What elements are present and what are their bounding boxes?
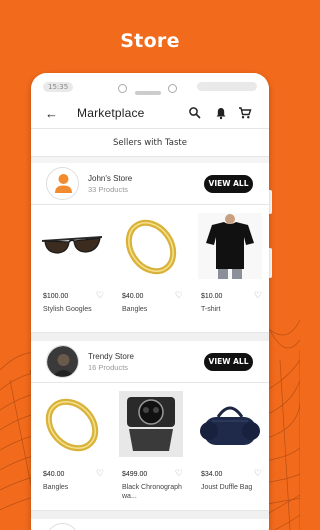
store-avatar-image [47, 346, 78, 377]
product-price: $34.00 [201, 471, 223, 478]
view-all-button[interactable]: VIEW ALL [204, 353, 253, 371]
bangle-image [125, 219, 177, 275]
card-separator [31, 511, 269, 519]
product-row: $100.00 ♡ Stylish Googles $40.00 ♡ Bangl… [31, 205, 269, 333]
page-title: Store [120, 30, 180, 52]
product-card[interactable]: $100.00 ♡ Stylish Googles [31, 205, 110, 332]
seller-avatar [46, 523, 79, 530]
seller-avatar [46, 167, 79, 200]
product-name: Black Chronograph wa... [122, 484, 182, 500]
seller-product-count: 16 Products [88, 363, 129, 372]
heart-icon[interactable]: ♡ [254, 468, 262, 479]
user-placeholder-icon [47, 168, 78, 199]
product-row: $40.00 ♡ Bangles $499.00 ♡ Black Chronog… [31, 383, 269, 511]
product-price: $40.00 [122, 293, 144, 300]
bell-icon[interactable] [214, 106, 228, 120]
card-separator [31, 333, 269, 341]
heart-icon[interactable]: ♡ [175, 468, 183, 479]
tshirt-image [198, 213, 262, 279]
cart-icon[interactable] [238, 106, 252, 120]
front-camera [168, 84, 177, 93]
product-price: $40.00 [43, 471, 65, 478]
product-card[interactable]: $40.00 ♡ Bangles [110, 205, 189, 332]
seller-card [31, 519, 269, 530]
status-icons [197, 82, 257, 91]
seller-card: John's Store 33 Products VIEW ALL $100.0… [31, 163, 269, 333]
product-name: Stylish Googles [43, 306, 92, 313]
bangle-image [45, 398, 99, 452]
heart-icon[interactable]: ♡ [96, 290, 104, 301]
seller-avatar [46, 345, 79, 378]
phone-side-button [269, 190, 272, 214]
product-card[interactable]: $499.00 ♡ Black Chronograph wa... [110, 383, 189, 510]
product-price: $100.00 [43, 293, 69, 300]
sunglasses-image [41, 236, 103, 254]
phone-frame: 15:35 ← Marketplace Sellers with Taste J… [31, 73, 269, 530]
product-price: $499.00 [122, 471, 148, 478]
product-name: T-shirt [201, 306, 221, 313]
app-bar: ← Marketplace [31, 99, 269, 129]
duffle-bag-image [200, 406, 260, 445]
seller-header[interactable]: Trendy Store 16 Products VIEW ALL [31, 341, 269, 383]
product-price: $10.00 [201, 293, 223, 300]
product-card[interactable]: $34.00 ♡ Joust Duffle Bag [189, 383, 268, 510]
front-camera [118, 84, 127, 93]
section-heading: Sellers with Taste [31, 129, 269, 157]
status-time: 15:35 [43, 82, 74, 92]
seller-name: John's Store [88, 174, 133, 183]
seller-header[interactable]: John's Store 33 Products VIEW ALL [31, 163, 269, 205]
status-bar: 15:35 [31, 73, 269, 99]
product-name: Bangles [43, 484, 69, 491]
seller-card: Trendy Store 16 Products VIEW ALL $40.00… [31, 341, 269, 511]
product-card[interactable]: $10.00 ♡ T-shirt [189, 205, 268, 332]
phone-side-button [269, 248, 272, 278]
speaker-grille [135, 91, 161, 95]
back-arrow-icon[interactable]: ← [45, 107, 58, 120]
seller-name: Trendy Store [88, 352, 134, 361]
product-name: Bangles [122, 306, 148, 313]
product-card[interactable]: $40.00 ♡ Bangles [31, 383, 110, 510]
view-all-button[interactable]: VIEW ALL [204, 175, 253, 193]
app-bar-title: Marketplace [77, 106, 145, 120]
heart-icon[interactable]: ♡ [254, 290, 262, 301]
search-icon[interactable] [188, 106, 202, 120]
heart-icon[interactable]: ♡ [175, 290, 183, 301]
seller-product-count: 33 Products [88, 185, 129, 194]
watch-image [119, 391, 183, 457]
heart-icon[interactable]: ♡ [96, 468, 104, 479]
product-name: Joust Duffle Bag [201, 484, 253, 491]
